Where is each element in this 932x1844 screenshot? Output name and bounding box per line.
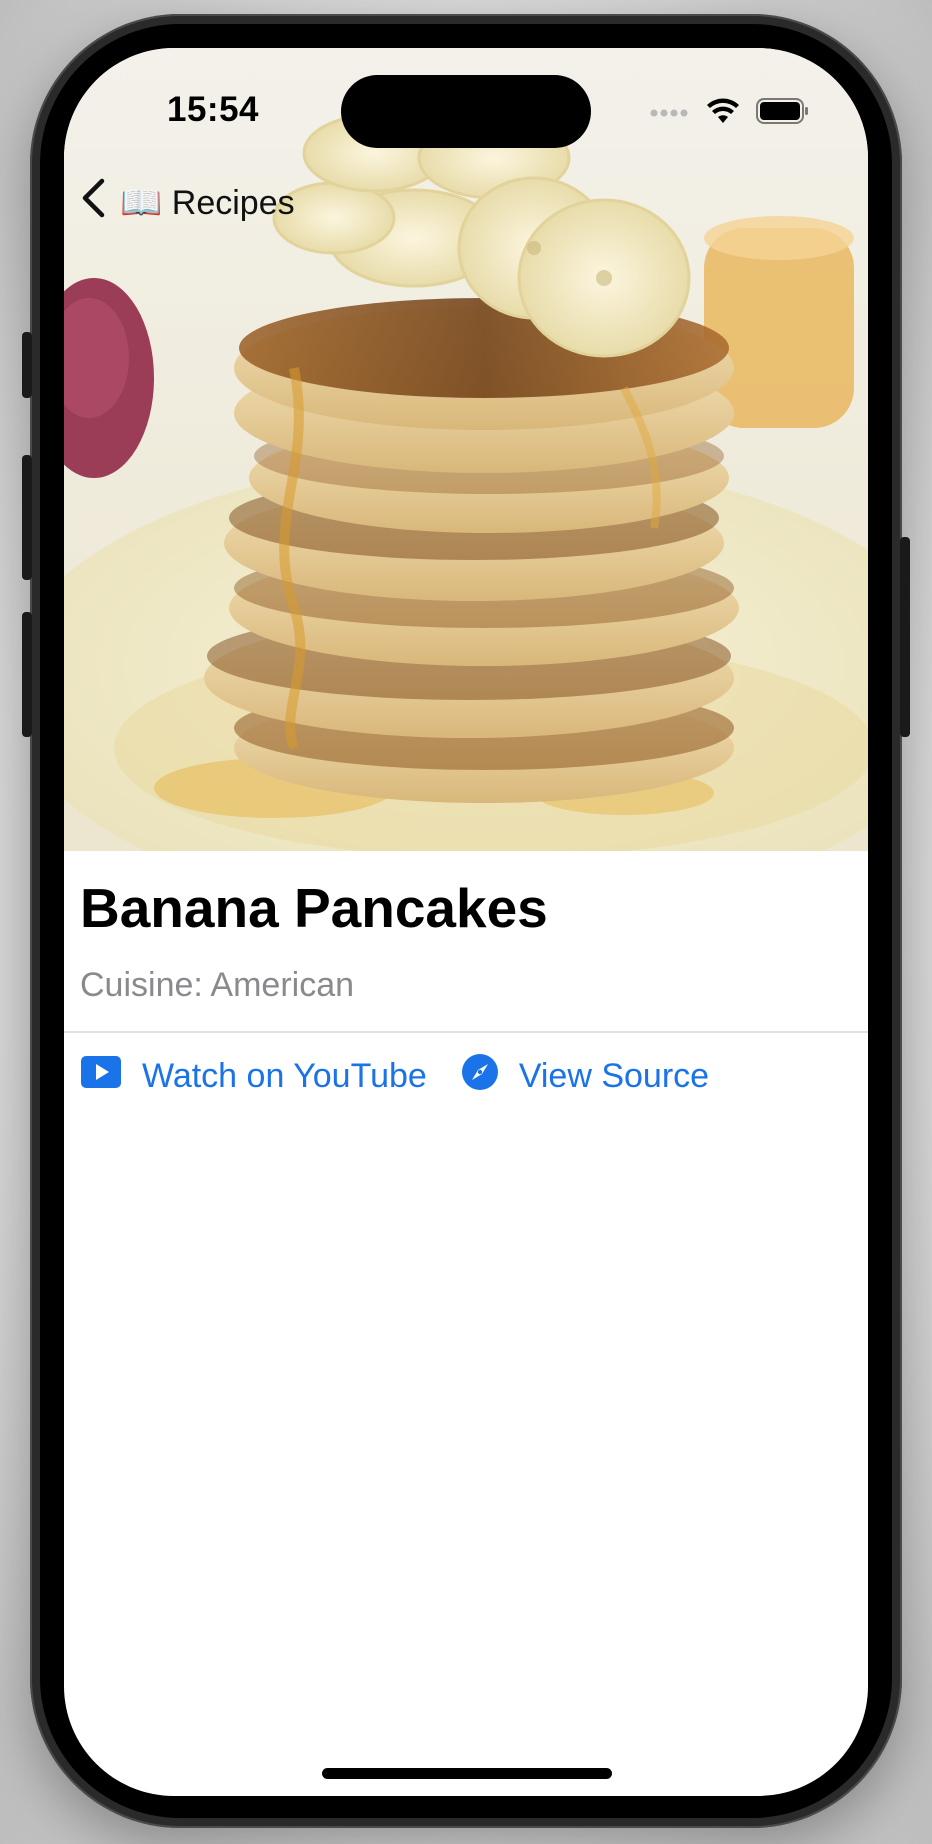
safari-compass-icon [461,1053,499,1100]
recipe-photo [64,48,868,851]
power-button [900,537,910,737]
action-button [22,332,32,398]
volume-up-button [22,455,32,580]
watch-youtube-link[interactable]: Watch on YouTube [80,1055,427,1098]
wifi-icon [706,98,740,129]
home-indicator [322,1768,612,1779]
app-screen: 15:54 📖 Recipes Banana Pancakes Cuisine:… [64,48,868,1796]
watch-youtube-label: Watch on YouTube [142,1057,427,1095]
navigation-bar: 📖 Recipes [80,178,295,227]
volume-down-button [22,612,32,737]
cellular-signal-icon [650,105,690,123]
recipe-links: Watch on YouTube View Source [80,1053,709,1100]
status-time: 15:54 [167,90,260,129]
dynamic-island [341,75,591,148]
battery-icon [756,98,810,129]
play-rectangle-icon [80,1055,122,1098]
recipe-cuisine: Cuisine: American [80,966,355,1004]
recipe-title: Banana Pancakes [80,877,548,939]
chevron-left-icon [80,178,106,227]
view-source-label: View Source [518,1057,710,1095]
back-button-label: 📖 Recipes [120,183,295,222]
divider [64,1031,868,1033]
view-source-link[interactable]: View Source [461,1053,709,1100]
back-button[interactable]: 📖 Recipes [80,178,295,227]
status-icons [650,98,810,129]
